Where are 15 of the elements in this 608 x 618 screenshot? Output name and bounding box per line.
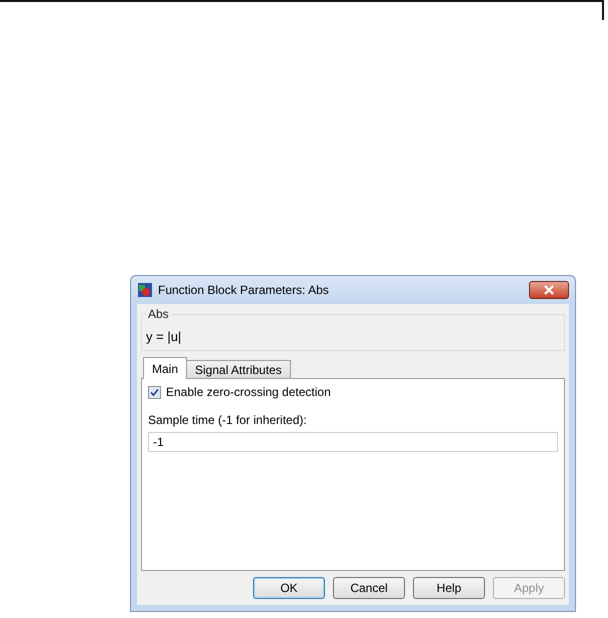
field-label: Sample time (-1 for inherited): bbox=[148, 413, 308, 427]
input-field[interactable]: -1 bbox=[148, 432, 558, 452]
checkbox[interactable] bbox=[148, 386, 161, 398]
dialog-button[interactable]: Help bbox=[413, 577, 485, 599]
dialog-button[interactable]: Cancel bbox=[333, 577, 405, 599]
group-heading: Abs bbox=[146, 307, 171, 321]
window-title: Function Block Parameters: Abs bbox=[158, 283, 330, 297]
tab[interactable]: Main bbox=[143, 357, 188, 379]
tab[interactable]: Signal Attributes bbox=[186, 360, 291, 379]
dialog-button[interactable]: OK bbox=[253, 577, 325, 599]
description-text: y = |u| bbox=[146, 329, 182, 344]
close-button[interactable] bbox=[529, 281, 569, 299]
app-icon bbox=[137, 282, 153, 298]
close-icon bbox=[544, 285, 554, 295]
checkbox-label: Enable zero-crossing detection bbox=[166, 385, 331, 399]
